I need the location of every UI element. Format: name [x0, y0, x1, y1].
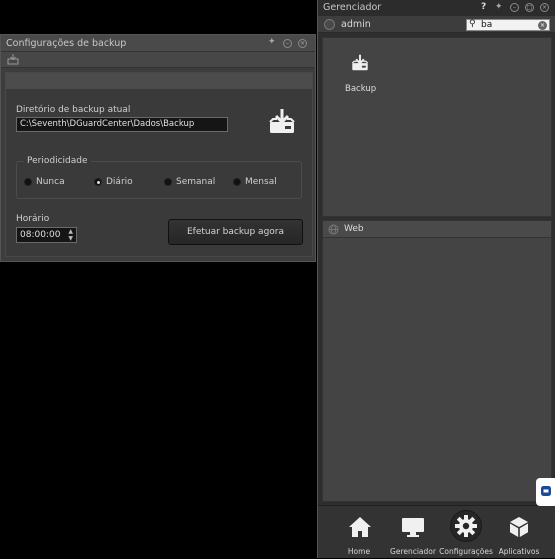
- radio-semanal[interactable]: [164, 178, 172, 186]
- radio-diario-label[interactable]: Diário: [106, 177, 133, 187]
- backup-now-button[interactable]: Efetuar backup agora: [168, 219, 303, 245]
- backup-toolbar: [1, 52, 315, 68]
- manager-title: Gerenciador: [323, 2, 382, 13]
- search-value[interactable]: ba: [481, 20, 492, 30]
- search-icon: ⚲: [469, 19, 476, 29]
- result-backup[interactable]: Backup: [341, 52, 381, 100]
- backup-small-icon[interactable]: [7, 54, 19, 65]
- backup-window-title: Configurações de backup: [6, 38, 127, 49]
- clear-search-icon[interactable]: ×: [538, 21, 547, 30]
- directory-field[interactable]: C:\Seventh\DGuardCenter\Dados\Backup: [16, 117, 228, 132]
- content-header-bar: [6, 73, 312, 89]
- backup-window: Configurações de backup ✦ – × Diretório …: [0, 34, 316, 262]
- web-section-label: Web: [344, 224, 364, 234]
- nav-configuracoes-label: Configurações: [439, 547, 493, 556]
- radio-nunca[interactable]: [24, 178, 32, 186]
- web-section-header[interactable]: Web: [322, 220, 552, 238]
- time-value[interactable]: 08:00:00: [20, 230, 60, 240]
- period-label: Periodicidade: [24, 156, 91, 166]
- radio-mensal-label[interactable]: Mensal: [245, 177, 277, 187]
- maximize-button[interactable]: □: [525, 3, 534, 12]
- close-button[interactable]: ×: [540, 3, 549, 12]
- home-icon: [349, 517, 371, 537]
- help-icon[interactable]: ?: [481, 2, 486, 12]
- time-label: Horário: [16, 214, 50, 224]
- monitor-icon: [402, 518, 424, 537]
- radio-mensal[interactable]: [233, 178, 241, 186]
- side-tab[interactable]: [536, 478, 555, 506]
- time-field[interactable]: 08:00:00 ▲ ▼: [16, 227, 77, 243]
- globe-icon: [328, 224, 339, 235]
- web-section-content: [322, 238, 552, 502]
- gear-icon: [455, 515, 477, 537]
- nav-configuracoes[interactable]: Configurações: [437, 506, 495, 559]
- time-spin-icon[interactable]: ▲ ▼: [68, 228, 73, 242]
- radio-semanal-label[interactable]: Semanal: [176, 177, 215, 187]
- backup-titlebar[interactable]: Configurações de backup ✦ – ×: [1, 35, 315, 52]
- result-backup-label[interactable]: Backup: [345, 84, 376, 94]
- backup-drive-icon[interactable]: [268, 108, 296, 134]
- bottom-nav: Home Gerenciador Configurações Aplicativ…: [318, 505, 555, 558]
- backup-content: Diretório de backup atual C:\Seventh\DGu…: [5, 72, 313, 257]
- user-bar: admin ⚲ ba ×: [318, 16, 555, 33]
- nav-aplicativos-label: Aplicativos: [498, 547, 540, 556]
- pin-icon[interactable]: ✦: [268, 37, 276, 47]
- manager-titlebar: Gerenciador ? ✦ – □ ×: [318, 0, 555, 16]
- nav-gerenciador-label: Gerenciador: [390, 547, 436, 556]
- cube-icon: [510, 517, 528, 537]
- radio-nunca-label[interactable]: Nunca: [36, 177, 65, 187]
- nav-aplicativos[interactable]: Aplicativos: [490, 506, 548, 559]
- minimize-button[interactable]: –: [283, 39, 292, 48]
- nav-home-label: Home: [347, 547, 371, 556]
- minimize-button[interactable]: –: [510, 3, 519, 12]
- user-name[interactable]: admin: [341, 19, 371, 30]
- radio-diario[interactable]: [94, 178, 102, 186]
- close-button[interactable]: ×: [298, 39, 307, 48]
- manager-results: Backup: [322, 37, 552, 217]
- nav-home[interactable]: Home: [330, 506, 388, 559]
- manager-panel: Gerenciador ? ✦ – □ × admin ⚲ ba × Backu…: [317, 0, 555, 558]
- backup-drive-icon: [351, 54, 369, 71]
- remote-tool-icon: [541, 486, 551, 496]
- directory-label: Diretório de backup atual: [16, 105, 131, 115]
- user-avatar[interactable]: [324, 19, 335, 30]
- search-input[interactable]: ⚲ ba ×: [466, 19, 550, 31]
- pin-icon[interactable]: ✦: [495, 2, 503, 12]
- nav-gerenciador[interactable]: Gerenciador: [384, 506, 442, 559]
